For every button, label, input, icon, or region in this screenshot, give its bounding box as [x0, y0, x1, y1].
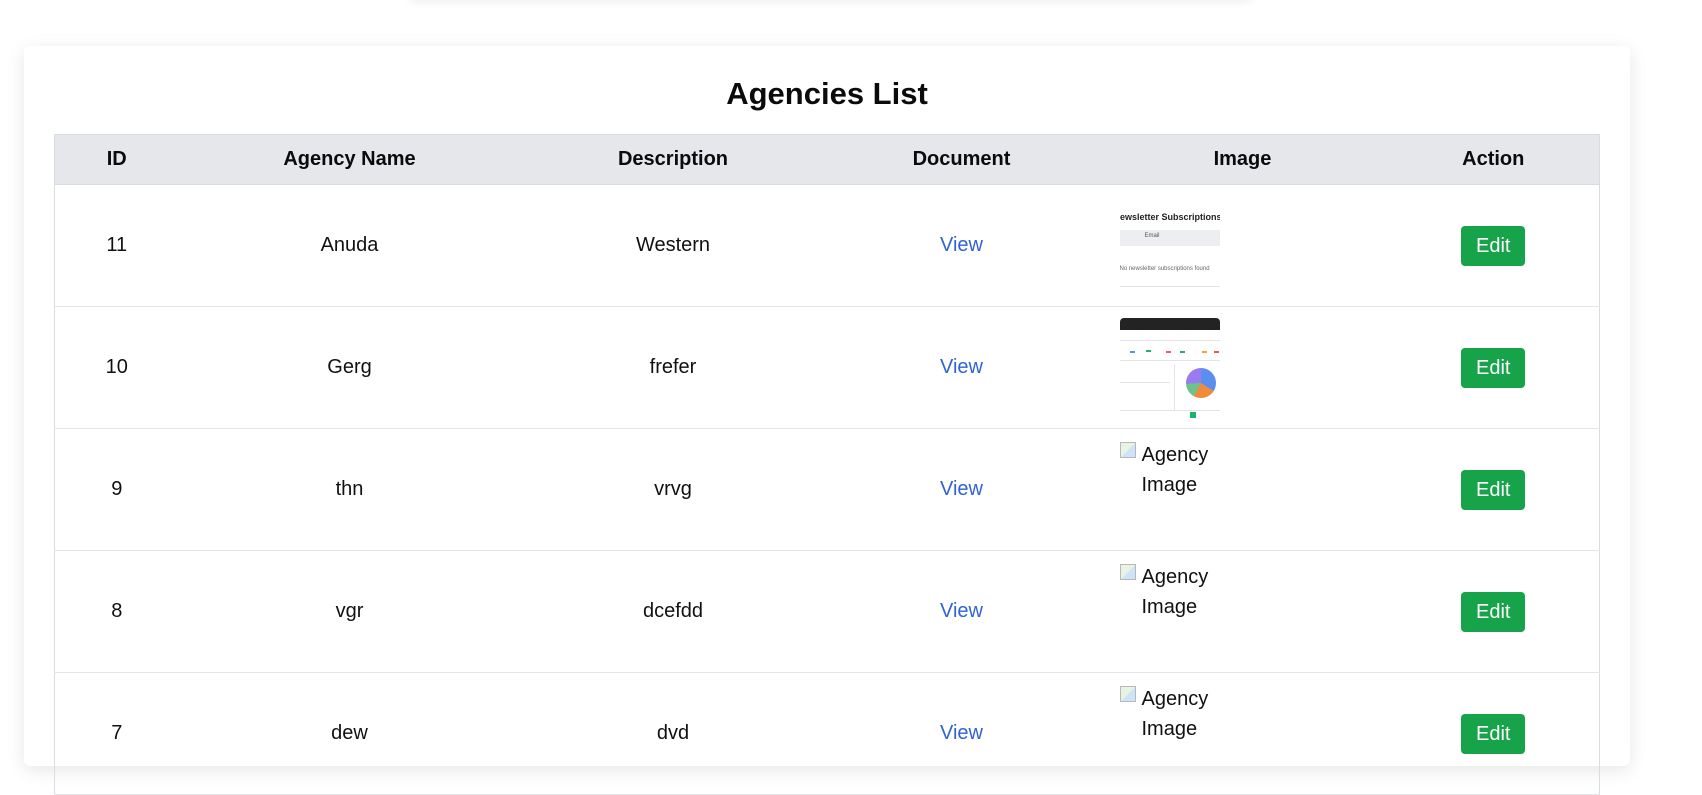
cell-id: 9 [54, 428, 179, 551]
cell-id: 11 [54, 184, 179, 307]
image-alt-text: Agency Image [1141, 565, 1209, 618]
column-header-description: Description [520, 134, 826, 185]
broken-image: Agency Image [1119, 440, 1230, 500]
cell-id: 7 [54, 672, 179, 795]
table-header-row: ID Agency Name Description Document Imag… [54, 134, 1600, 185]
thumbnail-line [1119, 339, 1220, 341]
thumbnail-dot [1213, 350, 1219, 353]
cell-document: View [825, 428, 1098, 551]
cell-action: Edit [1387, 428, 1600, 551]
agencies-table: ID Agency Name Description Document Imag… [54, 134, 1600, 795]
thumbnail-topbar [1119, 317, 1220, 330]
cell-action: Edit [1387, 306, 1600, 429]
thumbnail-line [1119, 359, 1220, 361]
thumbnail-title: Newsletter Subscriptions [1119, 211, 1220, 222]
cell-action: Edit [1387, 184, 1600, 307]
table-row: 10 Gerg frefer View Edit [54, 306, 1600, 429]
cell-document: View [825, 672, 1098, 795]
cell-agency-name: thn [178, 428, 521, 551]
cell-agency-name: vgr [178, 550, 521, 673]
cell-id: 10 [54, 306, 179, 429]
broken-image-icon [1119, 441, 1136, 458]
column-header-image: Image [1097, 134, 1388, 185]
cell-image: Newsletter Subscriptions Email No newsle… [1097, 184, 1388, 307]
view-document-link[interactable]: View [940, 356, 983, 378]
view-document-link[interactable]: View [940, 600, 983, 622]
cell-description: Western [520, 184, 826, 307]
view-document-link[interactable]: View [940, 234, 983, 256]
cell-action: Edit [1387, 550, 1600, 673]
image-alt-text: Agency Image [1141, 687, 1209, 740]
table-header: ID Agency Name Description Document Imag… [54, 134, 1600, 185]
agency-image: Newsletter Subscriptions Email No newsle… [1119, 195, 1220, 296]
cell-description: dcefdd [520, 550, 826, 673]
cell-document: View [825, 306, 1098, 429]
thumbnail-marker [1189, 411, 1196, 418]
cell-description: frefer [520, 306, 826, 429]
edit-button[interactable]: Edit [1461, 347, 1526, 388]
cell-description: vrvg [520, 428, 826, 551]
table-row: 7 dew dvd View Agency Image Edit [54, 672, 1600, 795]
newsletter-thumbnail: Newsletter Subscriptions Email No newsle… [1119, 195, 1220, 296]
cell-image: Agency Image [1097, 550, 1388, 673]
agency-image: Agency Image [1119, 562, 1220, 662]
thumbnail-dot [1179, 350, 1185, 353]
dashboard-thumbnail [1119, 317, 1220, 418]
thumbnail-divider [1119, 285, 1220, 287]
column-header-agency-name: Agency Name [178, 134, 521, 185]
thumbnail-line [1173, 363, 1175, 410]
cell-agency-name: Anuda [178, 184, 521, 307]
page-title: Agencies List [726, 76, 928, 111]
thumbnail-empty-text: No newsletter subscriptions found [1119, 265, 1210, 272]
broken-image-icon [1119, 685, 1136, 702]
broken-image: Agency Image [1119, 684, 1230, 744]
view-document-link[interactable]: View [940, 478, 983, 500]
column-header-action: Action [1387, 134, 1600, 185]
thumbnail-line [1119, 409, 1220, 411]
thumbnail-dot [1129, 350, 1135, 353]
cell-agency-name: Gerg [178, 306, 521, 429]
agencies-card: Agencies List ID Agency Name Description… [24, 46, 1630, 795]
table-body: 11 Anuda Western View Newsletter Subscri… [54, 184, 1600, 795]
cell-document: View [825, 184, 1098, 307]
agency-image: Agency Image [1119, 684, 1220, 784]
thumbnail-dot [1165, 350, 1171, 353]
thumbnail-pie-chart [1185, 367, 1216, 398]
thumbnail-dot [1145, 349, 1151, 352]
cell-document: View [825, 550, 1098, 673]
edit-button[interactable]: Edit [1461, 469, 1526, 510]
view-document-link[interactable]: View [940, 722, 983, 744]
cell-action: Edit [1387, 672, 1600, 795]
cell-image [1097, 306, 1388, 429]
cell-image: Agency Image [1097, 672, 1388, 795]
agency-image [1119, 317, 1220, 418]
column-header-document: Document [825, 134, 1098, 185]
cell-image: Agency Image [1097, 428, 1388, 551]
cell-description: dvd [520, 672, 826, 795]
edit-button[interactable]: Edit [1461, 713, 1526, 754]
thumbnail-header: Email [1119, 229, 1220, 246]
cell-id: 8 [54, 550, 179, 673]
broken-image: Agency Image [1119, 562, 1230, 622]
broken-image-icon [1119, 563, 1136, 580]
thumbnail-dot [1201, 350, 1207, 353]
column-header-id: ID [54, 134, 179, 185]
cell-agency-name: dew [178, 672, 521, 795]
agency-image: Agency Image [1119, 440, 1220, 540]
edit-button[interactable]: Edit [1461, 225, 1526, 266]
image-alt-text: Agency Image [1141, 443, 1209, 496]
edit-button[interactable]: Edit [1461, 591, 1526, 632]
table-row: 11 Anuda Western View Newsletter Subscri… [54, 184, 1600, 307]
table-row: 8 vgr dcefdd View Agency Image Edit [54, 550, 1600, 673]
thumbnail-line [1119, 381, 1170, 383]
table-row: 9 thn vrvg View Agency Image Edit [54, 428, 1600, 551]
